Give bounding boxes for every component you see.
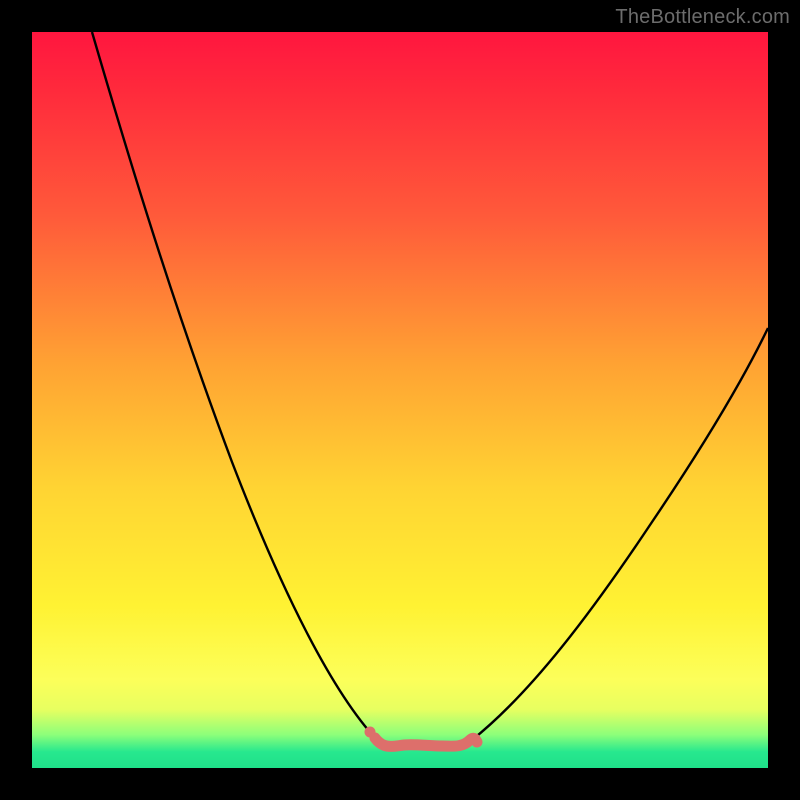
left-branch	[92, 32, 377, 740]
valley-dot	[365, 727, 376, 738]
bottleneck-curve	[32, 32, 768, 768]
watermark-text: TheBottleneck.com	[615, 6, 790, 29]
chart-frame: TheBottleneck.com	[0, 0, 800, 800]
plot-area	[32, 32, 768, 768]
right-branch	[472, 328, 768, 740]
valley-marker	[375, 738, 477, 746]
